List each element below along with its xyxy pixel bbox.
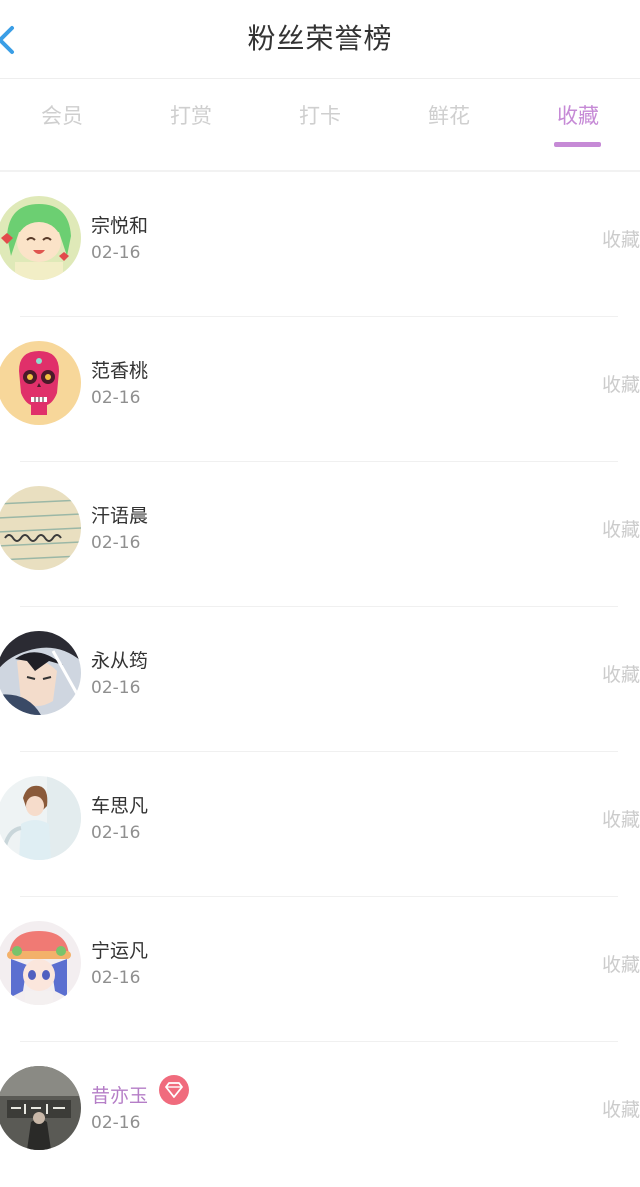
action-label: 收藏 <box>602 664 640 686</box>
active-tab-indicator <box>554 142 601 147</box>
avatar[interactable] <box>0 631 81 715</box>
fan-date: 02-16 <box>91 1113 141 1133</box>
list-item[interactable]: 宁运凡 02-16 收藏 <box>0 897 640 1042</box>
fan-name: 范香桃 <box>91 360 149 382</box>
fan-date: 02-16 <box>91 533 141 553</box>
fan-name: 宁运凡 <box>91 940 149 962</box>
vip-badge <box>159 1075 189 1105</box>
avatar[interactable] <box>0 341 81 425</box>
list-item[interactable]: 永从筠 02-16 收藏 <box>0 607 640 752</box>
tab-member[interactable]: 会员 <box>12 78 112 170</box>
fan-list: 宗悦和 02-16 收藏 范香桃 02-16 收藏 汗语晨 02-16 收藏 永… <box>0 172 640 1187</box>
action-label: 收藏 <box>602 809 640 831</box>
tab-checkin[interactable]: 打卡 <box>270 78 370 170</box>
fan-name: 宗悦和 <box>91 215 149 237</box>
avatar[interactable] <box>0 486 81 570</box>
fan-name: 车思凡 <box>91 795 149 817</box>
list-item[interactable]: 昔亦玉 02-16 收藏 <box>0 1042 640 1187</box>
list-item[interactable]: 范香桃 02-16 收藏 <box>0 317 640 462</box>
fan-name: 永从筠 <box>91 650 149 672</box>
avatar[interactable] <box>0 921 81 1005</box>
fan-date: 02-16 <box>91 823 141 843</box>
fan-name: 昔亦玉 <box>91 1085 149 1107</box>
avatar[interactable] <box>0 196 81 280</box>
list-item[interactable]: 车思凡 02-16 收藏 <box>0 752 640 897</box>
action-label: 收藏 <box>602 374 640 396</box>
action-label: 收藏 <box>602 519 640 541</box>
fan-date: 02-16 <box>91 678 141 698</box>
page-title: 粉丝荣誉榜 <box>247 22 393 55</box>
tab-bar: 会员 打赏 打卡 鲜花 收藏 <box>0 78 640 172</box>
avatar[interactable] <box>0 776 81 860</box>
avatar[interactable] <box>0 1066 81 1150</box>
fan-date: 02-16 <box>91 968 141 988</box>
fan-date: 02-16 <box>91 388 141 408</box>
list-item[interactable]: 宗悦和 02-16 收藏 <box>0 172 640 317</box>
tab-favorite[interactable]: 收藏 <box>528 78 628 170</box>
action-label: 收藏 <box>602 229 640 251</box>
fan-date: 02-16 <box>91 243 141 263</box>
tab-flower[interactable]: 鲜花 <box>399 78 499 170</box>
fan-name: 汗语晨 <box>91 505 149 527</box>
tab-reward[interactable]: 打赏 <box>141 78 241 170</box>
diamond-icon <box>165 1082 183 1098</box>
action-label: 收藏 <box>602 1099 640 1121</box>
app-header: 粉丝荣誉榜 <box>0 0 640 79</box>
action-label: 收藏 <box>602 954 640 976</box>
list-item[interactable]: 汗语晨 02-16 收藏 <box>0 462 640 607</box>
